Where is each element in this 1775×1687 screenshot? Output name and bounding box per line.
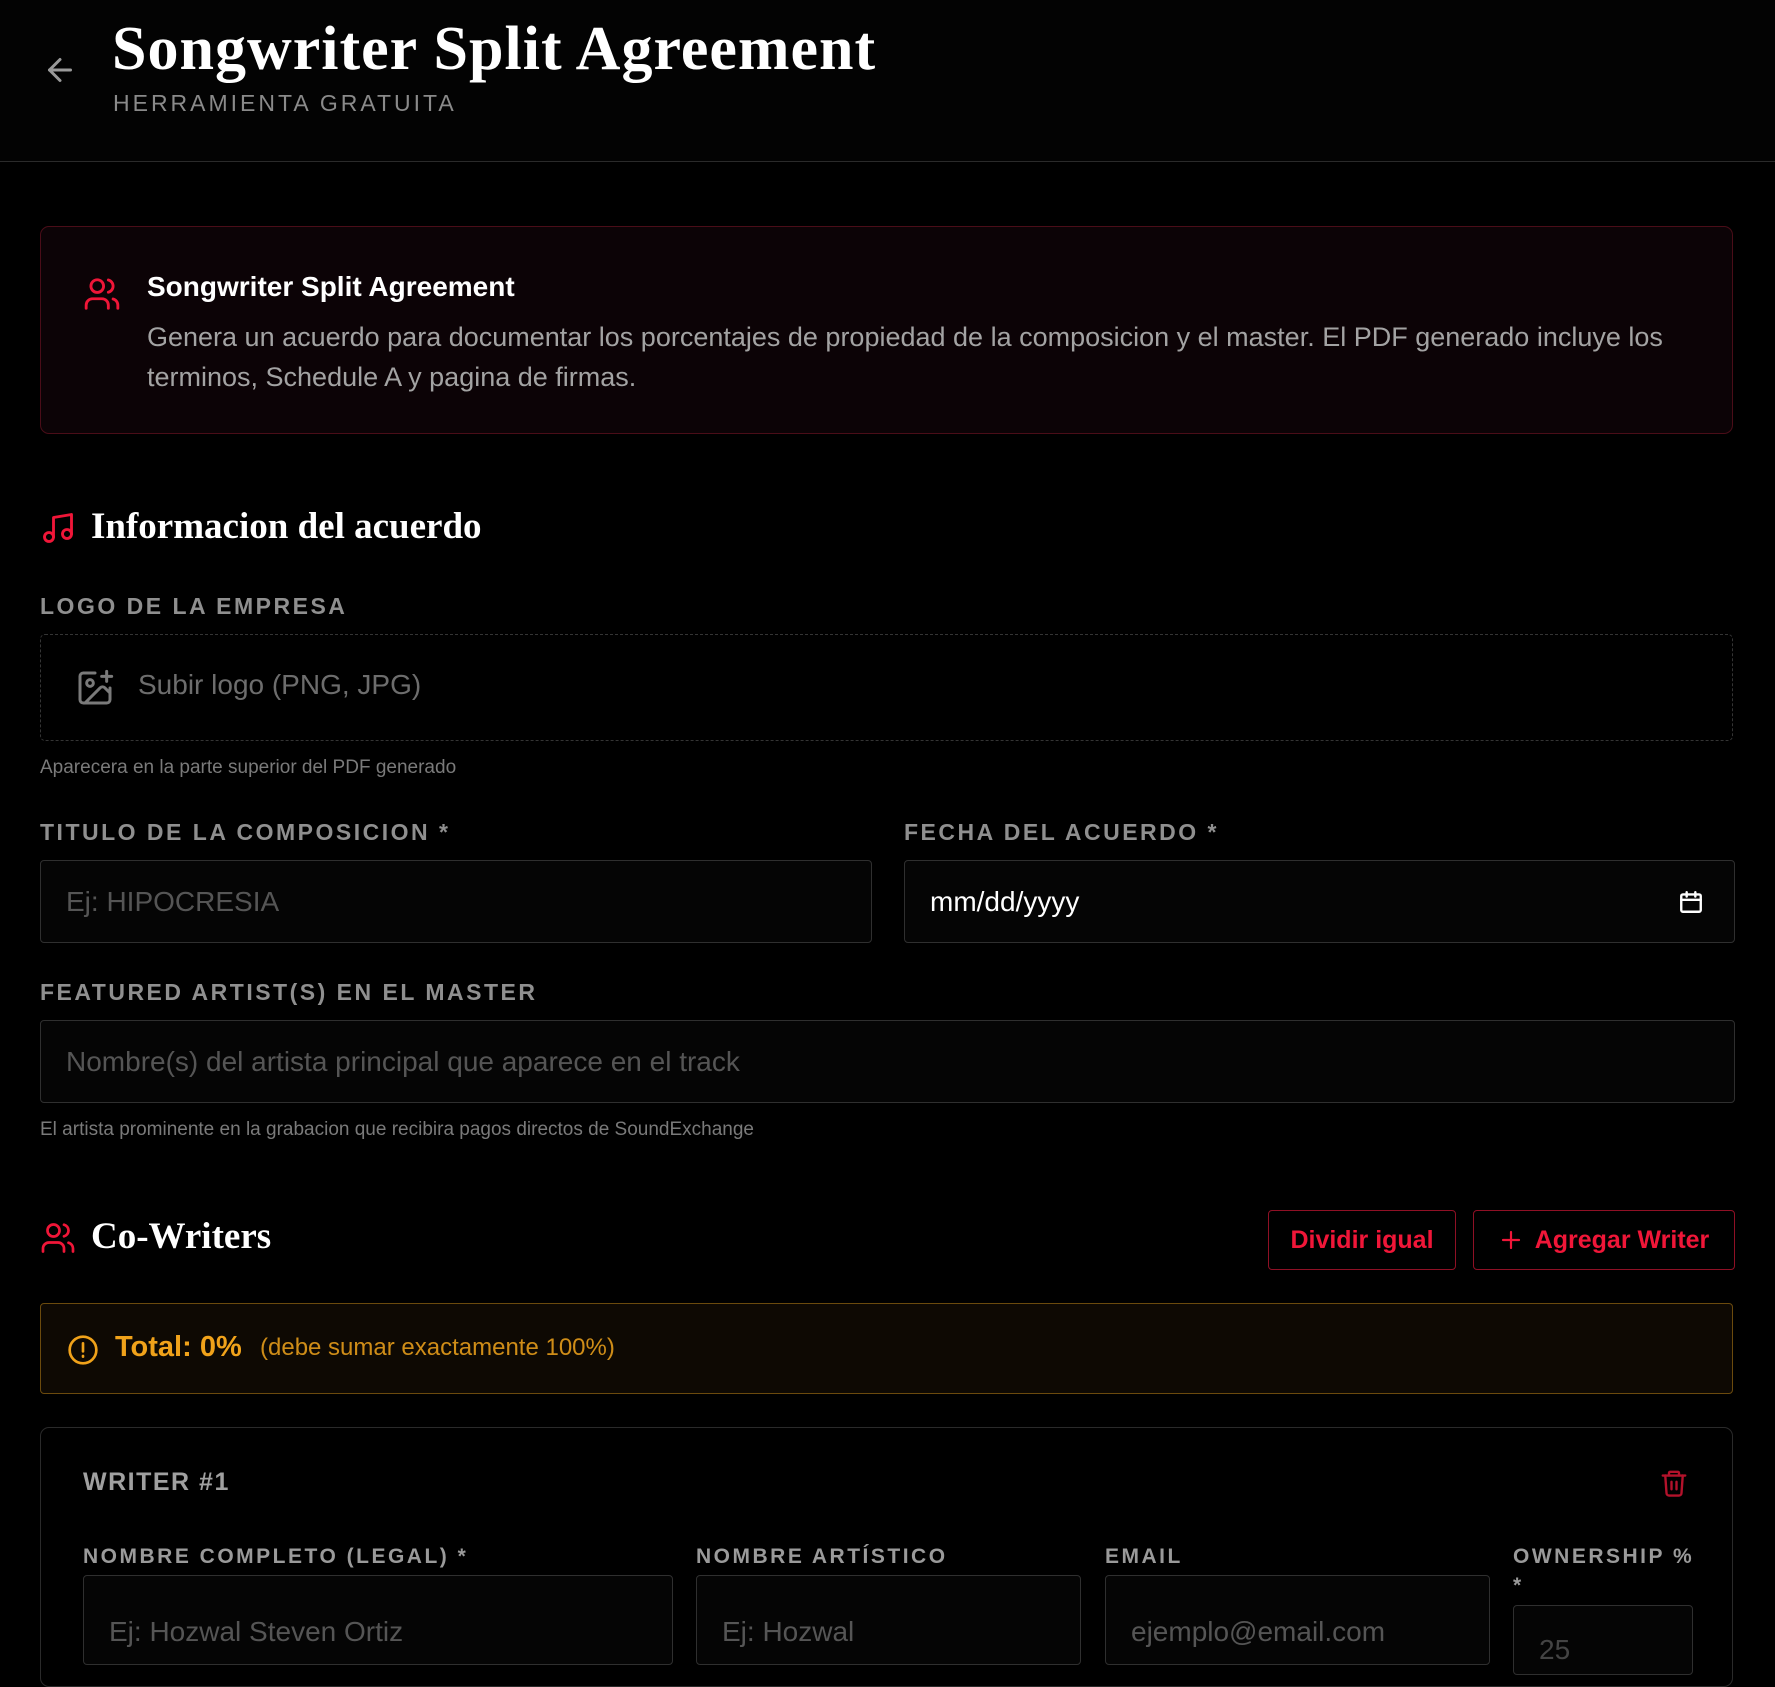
legal-name-label: NOMBRE COMPLETO (LEGAL) *	[83, 1545, 469, 1568]
composition-placeholder: Ej: HIPOCRESIA	[66, 885, 280, 917]
total-note: (debe sumar exactamente 100%)	[260, 1334, 615, 1361]
writer-card: WRITER #1 NOMBRE COMPLETO (LEGAL) * Ej: …	[40, 1427, 1733, 1687]
section-title-cowriters: Co-Writers	[91, 1216, 272, 1257]
plus-icon	[1501, 1230, 1520, 1250]
writer-title: WRITER #1	[83, 1468, 230, 1496]
legal-name-placeholder: Ej: Hozwal Steven Ortiz	[109, 1616, 404, 1647]
featured-artist-input[interactable]: Nombre(s) del artista principal que apar…	[40, 1020, 1735, 1103]
ownership-label: OWNERSHIP %	[1513, 1545, 1695, 1568]
email-label: EMAIL	[1105, 1545, 1183, 1568]
ownership-input[interactable]: 25	[1513, 1605, 1693, 1675]
info-title: Songwriter Split Agreement	[147, 271, 515, 302]
page-header: Songwriter Split Agreement HERRAMIENTA G…	[0, 0, 1775, 162]
logo-upload-text: Subir logo (PNG, JPG)	[138, 669, 422, 700]
page-title: Songwriter Split Agreement	[112, 15, 877, 83]
artist-name-label: NOMBRE ARTÍSTICO	[696, 1545, 948, 1568]
info-text: Genera un acuerdo para documentar los po…	[147, 322, 1663, 392]
email-placeholder: ejemplo@email.com	[1131, 1616, 1386, 1647]
date-value: mm/dd/yyyy	[930, 885, 1080, 917]
agreement-date-input[interactable]: mm/dd/yyyy	[904, 860, 1735, 943]
date-label: FECHA DEL ACUERDO *	[904, 819, 1219, 845]
calendar-icon[interactable]	[1678, 889, 1704, 915]
logo-label: LOGO DE LA EMPRESA	[40, 593, 348, 619]
artist-name-placeholder: Ej: Hozwal	[722, 1616, 855, 1647]
page-subtitle: HERRAMIENTA GRATUITA	[113, 90, 457, 116]
featured-hint: El artista prominente en la grabacion qu…	[40, 1119, 755, 1140]
trash-icon[interactable]	[1659, 1468, 1689, 1498]
users-icon	[84, 278, 120, 310]
music-icon	[43, 513, 73, 543]
total-percent: Total: 0%	[115, 1331, 242, 1363]
email-input[interactable]: ejemplo@email.com	[1105, 1575, 1490, 1665]
logo-hint: Aparecera en la parte superior del PDF g…	[40, 757, 457, 778]
add-writer-label: Agregar Writer	[1534, 1225, 1710, 1254]
composition-title-input[interactable]: Ej: HIPOCRESIA	[40, 860, 872, 943]
ownership-required-mark: *	[1513, 1574, 1524, 1597]
ownership-placeholder: 25	[1539, 1634, 1571, 1665]
legal-name-input[interactable]: Ej: Hozwal Steven Ortiz	[83, 1575, 673, 1665]
add-writer-button[interactable]: Agregar Writer	[1473, 1210, 1735, 1270]
featured-placeholder: Nombre(s) del artista principal que apar…	[66, 1045, 740, 1077]
arrow-left-icon[interactable]	[42, 52, 78, 88]
section-title-agreement: Informacion del acuerdo	[91, 506, 482, 547]
split-equal-button[interactable]: Dividir igual	[1268, 1210, 1456, 1270]
artist-name-input[interactable]: Ej: Hozwal	[696, 1575, 1081, 1665]
featured-label: FEATURED ARTIST(S) EN EL MASTER	[40, 979, 538, 1005]
image-plus-icon	[78, 669, 114, 705]
composition-label: TITULO DE LA COMPOSICION *	[40, 819, 451, 845]
split-equal-label: Dividir igual	[1290, 1225, 1434, 1254]
total-warning: Total: 0% (debe sumar exactamente 100%)	[40, 1303, 1733, 1394]
users-icon	[41, 1223, 75, 1253]
logo-upload-dropzone[interactable]: Subir logo (PNG, JPG)	[40, 634, 1733, 741]
alert-circle-icon	[68, 1335, 98, 1365]
info-banner: Songwriter Split Agreement Genera un acu…	[40, 226, 1733, 434]
